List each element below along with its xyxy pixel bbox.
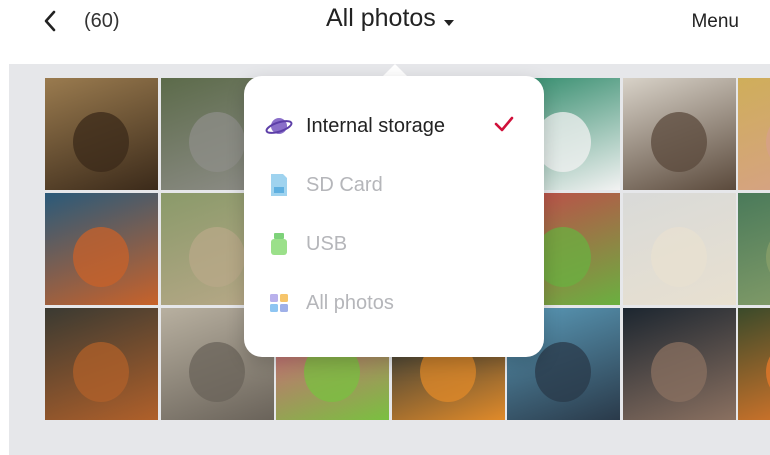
sd-card-icon [271,174,287,196]
option-label: Internal storage [306,114,445,137]
photo-subject [535,342,591,402]
photo-subject [188,112,245,172]
photo-thumbnail-fox-cub[interactable] [45,308,158,420]
option-sd-card[interactable]: SD Card [244,157,544,213]
usb-icon [271,233,287,255]
menu-button[interactable]: Menu [691,11,739,33]
option-all-photos[interactable]: All photos [244,275,544,331]
option-label: All photos [306,291,394,314]
back-button[interactable] [36,6,66,36]
photo-subject [766,112,770,172]
option-label: USB [306,232,348,255]
photo-thumbnail-woman[interactable] [738,78,770,190]
storage-dropdown: Internal storage SD Card USB All photos [244,76,544,357]
photo-subject [73,112,129,172]
photo-subject [766,342,770,402]
option-usb[interactable]: USB [244,216,544,272]
checkmark-icon [494,116,514,132]
photo-subject [650,342,707,402]
photo-thumbnail-lizard[interactable] [738,193,770,305]
album-selector[interactable]: All photos [326,4,454,33]
photo-subject [766,227,770,287]
photo-thumbnail-butterfly[interactable] [738,308,770,420]
photo-count: (60) [84,10,120,32]
photo-subject [188,227,245,287]
top-bar: (60) All photos Menu [0,0,770,64]
photo-thumbnail-sheep[interactable] [622,193,736,305]
photo-subject [650,112,707,172]
option-label: SD Card [306,173,383,196]
photo-thumbnail-fox[interactable] [45,193,158,305]
chevron-left-icon [44,10,56,32]
option-internal-storage[interactable]: Internal storage [244,98,544,154]
caret-down-icon [443,19,454,26]
photo-thumbnail-wolf[interactable] [622,308,736,420]
page-title: All photos [326,4,436,32]
photo-subject [188,342,245,402]
planet-icon [265,118,293,134]
photo-subject [650,227,707,287]
photo-thumbnail-man-in-cap[interactable] [622,78,736,190]
photo-subject [73,227,129,287]
photo-subject [73,342,129,402]
grid-icon [270,294,288,312]
photo-thumbnail-family-with-dog[interactable] [45,78,158,190]
